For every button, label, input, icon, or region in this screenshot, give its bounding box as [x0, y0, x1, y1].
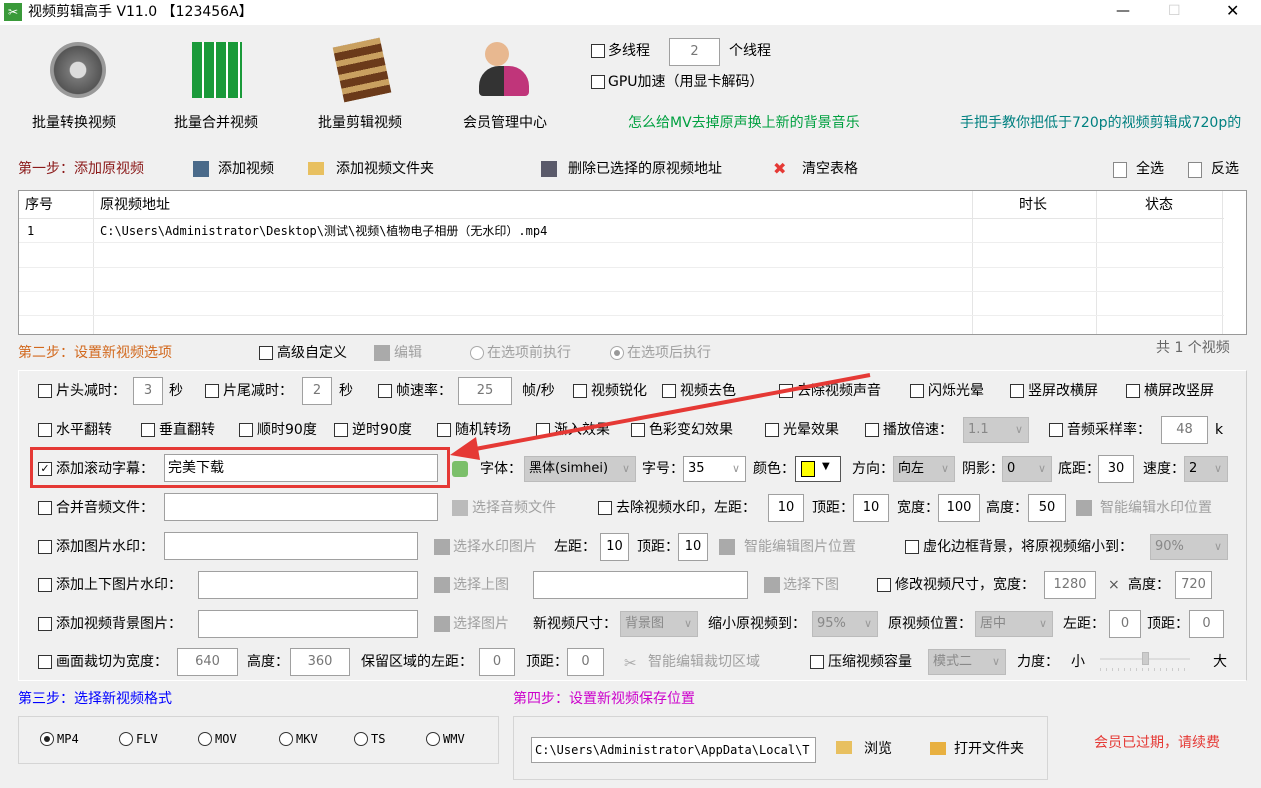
annotation-arrow	[450, 373, 871, 460]
